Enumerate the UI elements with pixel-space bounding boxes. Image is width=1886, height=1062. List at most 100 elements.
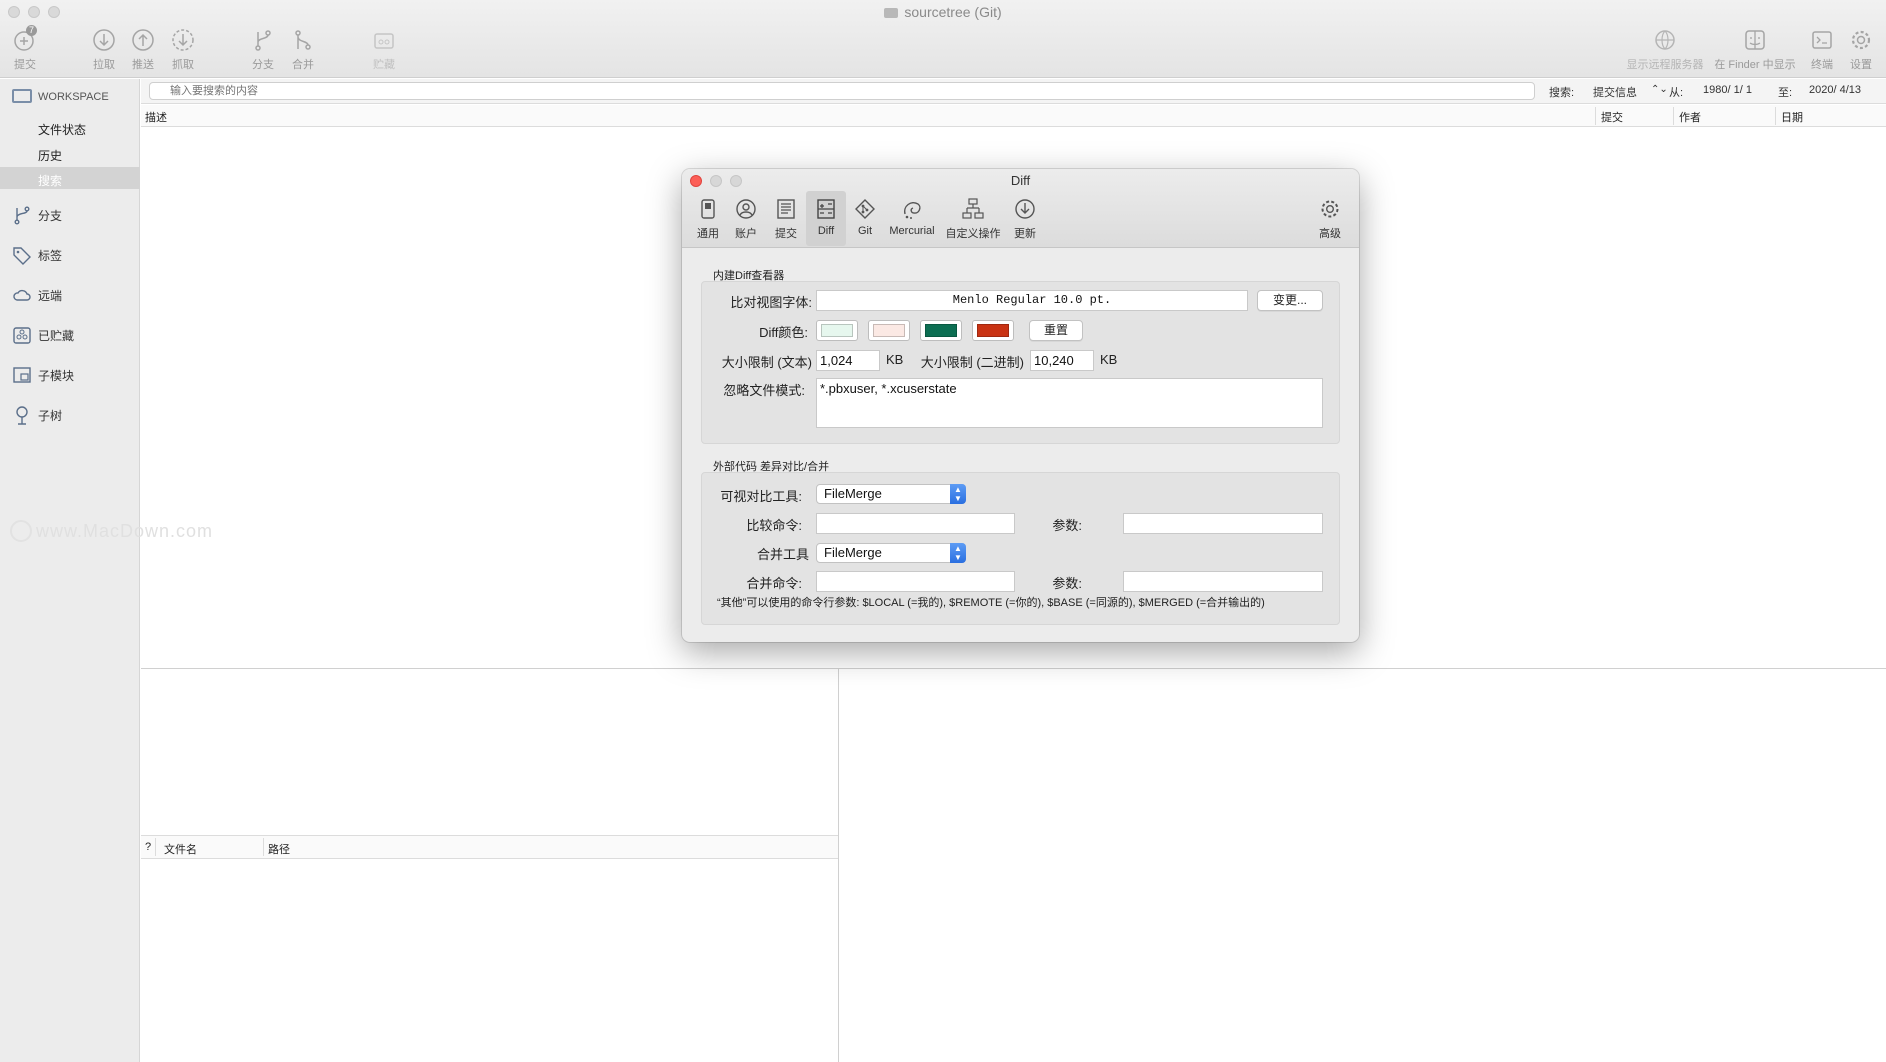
settings-button[interactable]: 设置 xyxy=(1836,28,1886,72)
stash-icon xyxy=(12,325,32,345)
select-stepper-icon[interactable]: ⌃⌄ xyxy=(1651,84,1668,95)
settings-label: 设置 xyxy=(1850,59,1872,71)
column-filename[interactable]: 文件名 xyxy=(164,841,197,857)
column-date[interactable]: 日期 xyxy=(1781,109,1803,125)
builtin-group-box: 比对视图字体: Menlo Regular 10.0 pt. 变更... Dif… xyxy=(701,281,1340,444)
document-lines-icon xyxy=(775,198,797,220)
search-bar: 搜索: 提交信息 ⌃⌄ 从: 1980/ 1/ 1 至: 2020/ 4/13 xyxy=(141,79,1886,104)
column-status[interactable]: ? xyxy=(145,841,151,853)
sidebar-item-history[interactable]: 历史 xyxy=(38,147,62,164)
visual-diff-tool-value: FileMerge xyxy=(824,486,882,501)
merge-arguments-input[interactable] xyxy=(1123,571,1323,592)
stash-label: 贮藏 xyxy=(373,59,395,71)
show-in-finder-button[interactable]: 在 Finder 中显示 xyxy=(1712,28,1798,72)
size-limit-binary-label: 大小限制 (二进制) xyxy=(920,355,1024,370)
show-remote-label: 显示远程服务器 xyxy=(1626,59,1704,71)
tab-commit-label: 提交 xyxy=(775,228,797,240)
window-title-text: sourcetree (Git) xyxy=(904,4,1002,20)
cloud-icon xyxy=(12,285,32,305)
branch-icon xyxy=(12,205,32,225)
pull-icon xyxy=(92,28,116,52)
diff-arguments-input[interactable] xyxy=(1123,513,1323,534)
sidebar-item-stashes[interactable]: 已贮藏 xyxy=(12,325,74,345)
command-arguments-hint: “其他”可以使用的命令行参数: $LOCAL (=我的), $REMOTE (=… xyxy=(717,597,1265,609)
tab-mercurial[interactable]: Mercurial xyxy=(886,191,938,246)
tab-custom-actions[interactable]: 自定义操作 xyxy=(944,191,1002,246)
tab-advanced[interactable]: 高级 xyxy=(1312,191,1348,246)
branch-icon xyxy=(251,28,275,52)
fetch-icon xyxy=(171,28,195,52)
size-limit-binary-input[interactable] xyxy=(1030,350,1094,371)
branch-label: 分支 xyxy=(252,59,274,71)
sidebar-workspace-header[interactable]: WORKSPACE xyxy=(12,89,109,103)
gear-icon xyxy=(1319,198,1341,220)
column-path[interactable]: 路径 xyxy=(268,841,290,857)
sidebar-item-remotes[interactable]: 远端 xyxy=(12,285,62,305)
switch-icon xyxy=(697,198,719,220)
added-text-color-well[interactable] xyxy=(920,320,962,341)
gear-icon xyxy=(1849,28,1873,52)
tab-update[interactable]: 更新 xyxy=(1007,191,1043,246)
dialog-toolbar: Diff 通用 账户 提交 Diff Git Mercurial 自定义操作 更… xyxy=(682,169,1359,248)
font-display-field: Menlo Regular 10.0 pt. xyxy=(816,290,1248,311)
show-remote-button[interactable]: 显示远程服务器 xyxy=(1622,28,1708,72)
pull-label: 拉取 xyxy=(93,59,115,71)
commit-list-header: 描述 提交 作者 日期 xyxy=(141,105,1886,127)
tab-advanced-label: 高级 xyxy=(1319,228,1341,240)
ignore-patterns-label: 忽略文件模式: xyxy=(723,383,805,398)
tab-accounts-label: 账户 xyxy=(735,228,757,240)
to-date-field[interactable]: 2020/ 4/13 xyxy=(1809,84,1861,96)
column-author[interactable]: 作者 xyxy=(1679,109,1701,125)
pane-splitter-vertical[interactable] xyxy=(838,669,839,1062)
from-date-field[interactable]: 1980/ 1/ 1 xyxy=(1703,84,1752,96)
visual-diff-tool-select[interactable]: FileMerge ▲ ▼ xyxy=(816,484,966,504)
tab-custom-actions-label: 自定义操作 xyxy=(945,228,1001,240)
push-icon xyxy=(131,28,155,52)
globe-icon xyxy=(1653,28,1677,52)
tab-general[interactable]: 通用 xyxy=(690,191,726,246)
column-description[interactable]: 描述 xyxy=(145,109,167,125)
tab-diff[interactable]: Diff xyxy=(806,191,846,246)
merge-command-input[interactable] xyxy=(816,571,1015,592)
sidebar-selection-highlight xyxy=(0,167,140,189)
terminal-icon xyxy=(1810,28,1834,52)
merge-button[interactable]: 合并 xyxy=(278,28,328,72)
change-font-button[interactable]: 变更... xyxy=(1257,290,1323,311)
removed-text-color-well[interactable] xyxy=(972,320,1014,341)
sidebar-item-branches[interactable]: 分支 xyxy=(12,205,62,225)
terminal-label: 终端 xyxy=(1811,59,1833,71)
commit-button[interactable]: 7 提交 xyxy=(0,25,50,72)
stash-button[interactable]: 贮藏 xyxy=(359,28,409,72)
column-divider xyxy=(155,838,156,856)
merge-tool-select[interactable]: FileMerge ▲ ▼ xyxy=(816,543,966,563)
visual-diff-tool-label: 可视对比工具: xyxy=(720,489,802,504)
sidebar-item-label: 子树 xyxy=(38,409,63,423)
user-icon xyxy=(735,198,757,220)
sidebar-item-tags[interactable]: 标签 xyxy=(12,245,62,265)
sidebar-item-file-status[interactable]: 文件状态 xyxy=(38,121,86,138)
fetch-button[interactable]: 抓取 xyxy=(158,28,208,72)
tab-diff-label: Diff xyxy=(817,225,835,237)
select-stepper-icon: ▲ ▼ xyxy=(950,543,966,563)
search-type-select[interactable]: 提交信息 xyxy=(1593,84,1637,100)
tab-accounts[interactable]: 账户 xyxy=(728,191,764,246)
size-limit-text-input[interactable] xyxy=(816,350,880,371)
tab-git[interactable]: Git xyxy=(848,191,882,246)
tab-general-label: 通用 xyxy=(697,228,719,240)
sidebar-item-subtrees[interactable]: 子树 xyxy=(12,405,62,425)
tab-commit[interactable]: 提交 xyxy=(768,191,804,246)
column-commit[interactable]: 提交 xyxy=(1601,109,1623,125)
sidebar-item-search[interactable]: 搜索 xyxy=(38,172,62,189)
reset-colors-button[interactable]: 重置 xyxy=(1029,320,1083,341)
diff-command-input[interactable] xyxy=(816,513,1015,534)
sidebar-item-label: 子模块 xyxy=(38,369,75,383)
sidebar-item-submodules[interactable]: 子模块 xyxy=(12,365,74,385)
pane-splitter[interactable] xyxy=(141,668,1886,669)
ignore-patterns-textarea[interactable]: *.pbxuser, *.xcuserstate xyxy=(816,378,1323,428)
added-background-color-well[interactable] xyxy=(816,320,858,341)
search-input[interactable] xyxy=(149,82,1535,100)
font-label: 比对视图字体: xyxy=(730,295,812,310)
merge-tool-value: FileMerge xyxy=(824,545,882,560)
column-divider xyxy=(1775,107,1776,125)
removed-background-color-well[interactable] xyxy=(868,320,910,341)
